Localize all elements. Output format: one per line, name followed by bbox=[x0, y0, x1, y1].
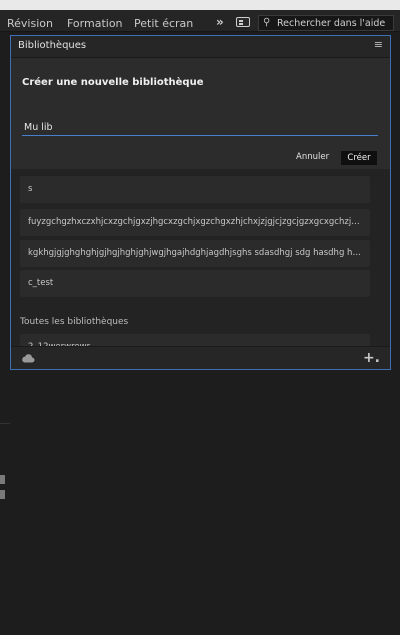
search-icon: ⚲ bbox=[263, 17, 271, 28]
library-name-input[interactable] bbox=[22, 120, 378, 136]
panel-header: Bibliothèques ≡ bbox=[11, 36, 390, 58]
menubar: Révision Formation Petit écran » ⚲ bbox=[0, 0, 400, 32]
workspace-icon[interactable] bbox=[236, 17, 250, 27]
libraries-panel: Bibliothèques ≡ Créer une nouvelle bibli… bbox=[10, 35, 391, 370]
create-library-heading: Créer une nouvelle bibliothèque bbox=[22, 77, 204, 88]
help-search-input[interactable] bbox=[277, 16, 389, 30]
library-item-label: 2_12werwrewr bbox=[28, 334, 362, 346]
menu-icon[interactable]: ≡ bbox=[374, 38, 383, 51]
library-item-label: s bbox=[28, 184, 33, 194]
cloud-icon[interactable] bbox=[21, 352, 35, 364]
library-item[interactable]: fuyzgchgzhxczxhjcxzgchjgxzjhgcxzgchjxgzc… bbox=[20, 209, 370, 236]
menu-petit-ecran[interactable]: Petit écran bbox=[134, 17, 193, 31]
library-item-label: c_test bbox=[28, 278, 54, 288]
library-item[interactable]: 2_12werwrewr bbox=[20, 334, 370, 346]
library-list: s fuyzgchgzhxczxhjcxzgchjgxzjhgcxzgchjxg… bbox=[11, 169, 390, 346]
top-edge bbox=[0, 0, 400, 10]
menu-revision[interactable]: Révision bbox=[7, 17, 53, 31]
help-search[interactable]: ⚲ bbox=[258, 15, 394, 31]
cancel-button[interactable]: Annuler bbox=[296, 152, 329, 162]
create-button[interactable]: Créer bbox=[341, 151, 377, 165]
side-handle bbox=[0, 490, 5, 499]
side-handle bbox=[0, 475, 5, 484]
library-item-label: fuyzgchgzhxczxhjcxzgchjgxzjhgcxzgchjxgzc… bbox=[28, 217, 362, 227]
library-item[interactable]: kgkhgjgjghghghjgjhgjhghjghjwgjhgajhdghja… bbox=[20, 240, 370, 267]
library-item[interactable]: s bbox=[20, 176, 370, 203]
panel-footer: +. bbox=[11, 346, 390, 369]
create-library-form: Créer une nouvelle bibliothèque Annuler … bbox=[11, 58, 390, 169]
library-item-label: kgkhgjgjghghghjgjhgjhghjghjwgjhgajhdghja… bbox=[28, 248, 362, 258]
menu-formation[interactable]: Formation bbox=[67, 17, 123, 31]
panel-title: Bibliothèques bbox=[18, 40, 87, 51]
all-libraries-heading: Toutes les bibliothèques bbox=[20, 317, 129, 327]
add-icon[interactable]: +. bbox=[363, 350, 380, 366]
library-item[interactable]: c_test bbox=[20, 270, 370, 297]
background-divider bbox=[0, 423, 10, 424]
more-workspaces-icon[interactable]: » bbox=[216, 15, 224, 29]
